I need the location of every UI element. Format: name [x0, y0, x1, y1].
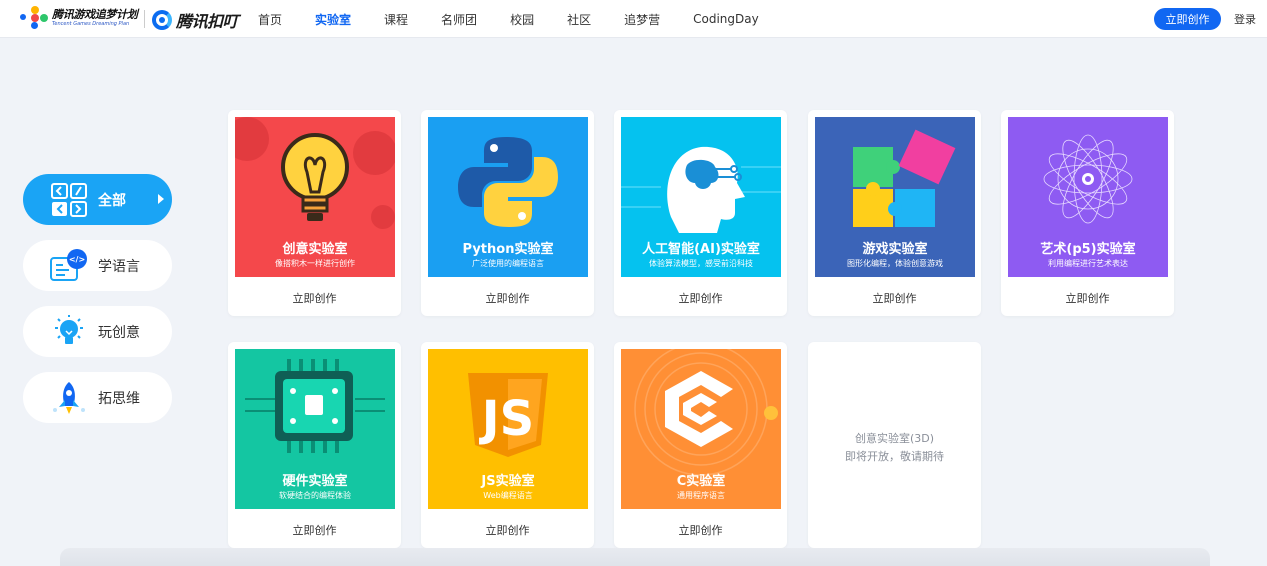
product-name: 腾讯扣叮	[176, 12, 239, 31]
lab-card-hardware[interactable]: 硬件实验室 软硬结合的编程体验 立即创作	[228, 342, 401, 548]
nav-teachers[interactable]: 名师团	[441, 11, 477, 28]
lab-card-art[interactable]: 艺术(p5)实验室 利用编程进行艺术表达 立即创作	[1001, 110, 1174, 316]
svg-text:</>: </>	[69, 255, 85, 264]
brand-title: 腾讯游戏追梦计划	[52, 8, 138, 21]
lab-art-hardware: 硬件实验室 软硬结合的编程体验	[235, 349, 395, 509]
nav-community[interactable]: 社区	[567, 11, 591, 28]
bottom-panel-edge	[60, 548, 1210, 566]
create-now-link[interactable]: 立即创作	[421, 522, 594, 538]
lab-title: 艺术(p5)实验室	[1040, 242, 1136, 257]
lightbulb-icon	[49, 314, 89, 350]
svg-text:JS: JS	[479, 391, 534, 447]
create-now-button[interactable]: 立即创作	[1154, 8, 1221, 30]
tencent-games-logo[interactable]: 腾讯游戏追梦计划 Tencent Games Dreaming Plan	[20, 6, 138, 30]
placeholder-subtitle: 即将开放，敬请期待	[845, 450, 944, 463]
lab-card-game[interactable]: 游戏实验室 图形化编程，体验创意游戏 立即创作	[808, 110, 981, 316]
lab-subtitle: 像搭积木一样进行创作	[275, 259, 355, 268]
lab-art-game: 游戏实验室 图形化编程，体验创意游戏	[815, 117, 975, 277]
nav-dream-camp[interactable]: 追梦营	[624, 11, 660, 28]
lab-subtitle: 利用编程进行艺术表达	[1048, 259, 1128, 268]
brand-subtitle: Tencent Games Dreaming Plan	[52, 21, 130, 27]
lab-card-creative[interactable]: 创意实验室 像搭积木一样进行创作 立即创作	[228, 110, 401, 316]
lab-subtitle: 软硬结合的编程体验	[279, 491, 351, 500]
lab-card-ai[interactable]: 人工智能(AI)实验室 体验算法模型，感受前沿科技 立即创作	[614, 110, 787, 316]
sidebar-item-languages[interactable]: </> 学语言	[23, 240, 172, 291]
create-now-link[interactable]: 立即创作	[614, 290, 787, 306]
top-header: 腾讯游戏追梦计划 Tencent Games Dreaming Plan 腾讯扣…	[0, 0, 1267, 38]
lab-card-3d-coming-soon: 创意实验室(3D) 即将开放，敬请期待	[808, 342, 981, 548]
lab-title: 创意实验室	[282, 242, 348, 257]
create-now-link[interactable]: 立即创作	[1001, 290, 1174, 306]
create-now-link[interactable]: 立即创作	[421, 290, 594, 306]
create-now-link[interactable]: 立即创作	[228, 522, 401, 538]
grid-icon	[49, 182, 89, 218]
lab-card-python[interactable]: Python实验室 广泛使用的编程语言 立即创作	[421, 110, 594, 316]
lab-title: 游戏实验室	[862, 242, 928, 257]
sidebar-label-languages: 学语言	[98, 258, 140, 275]
coding-product-logo[interactable]: 腾讯扣叮	[152, 8, 239, 32]
lab-card-c[interactable]: C实验室 通用程序语言 立即创作	[614, 342, 787, 548]
lab-title: JS实验室	[481, 474, 535, 489]
code-bubble-icon: </>	[49, 248, 89, 284]
lab-art-c: C实验室 通用程序语言	[621, 349, 781, 509]
sidebar-label-creativity: 玩创意	[98, 324, 140, 341]
create-now-link[interactable]: 立即创作	[614, 522, 787, 538]
lab-subtitle: 广泛使用的编程语言	[472, 259, 544, 268]
lab-title: 硬件实验室	[282, 474, 348, 489]
sidebar-label-thinking: 拓思维	[98, 390, 140, 407]
main-nav: 首页 实验室 课程 名师团 校园 社区 追梦营 CodingDay	[258, 0, 792, 38]
nav-courses[interactable]: 课程	[384, 11, 408, 28]
lab-subtitle: 通用程序语言	[677, 491, 725, 500]
rocket-icon	[49, 380, 89, 416]
login-link[interactable]: 登录	[1234, 11, 1256, 27]
dreaming-plan-mark-icon	[20, 6, 50, 30]
lab-subtitle: 体验算法模型，感受前沿科技	[649, 259, 753, 268]
create-now-link[interactable]: 立即创作	[228, 290, 401, 306]
placeholder-title: 创意实验室(3D)	[854, 432, 935, 445]
sidebar-item-creativity[interactable]: 玩创意	[23, 306, 172, 357]
sidebar-label-all: 全部	[98, 192, 126, 209]
lab-title: Python实验室	[462, 242, 554, 257]
create-now-link[interactable]: 立即创作	[808, 290, 981, 306]
nav-home[interactable]: 首页	[258, 11, 282, 28]
product-logo-icon	[152, 10, 172, 30]
sidebar-item-all[interactable]: 全部	[23, 174, 172, 225]
caret-right-icon	[158, 194, 164, 204]
sidebar-item-thinking[interactable]: 拓思维	[23, 372, 172, 423]
lab-title: 人工智能(AI)实验室	[642, 242, 760, 257]
logo-divider	[144, 10, 145, 28]
lab-subtitle: 图形化编程，体验创意游戏	[847, 259, 943, 268]
lab-subtitle: Web编程语言	[483, 491, 533, 500]
nav-campus[interactable]: 校园	[510, 11, 534, 28]
lab-art-ai: 人工智能(AI)实验室 体验算法模型，感受前沿科技	[621, 117, 781, 277]
lab-art-creative: 创意实验室 像搭积木一样进行创作	[235, 117, 395, 277]
lab-title: C实验室	[676, 474, 726, 489]
lab-art-art: 艺术(p5)实验室 利用编程进行艺术表达	[1008, 117, 1168, 277]
nav-lab[interactable]: 实验室	[315, 11, 351, 28]
nav-codingday[interactable]: CodingDay	[693, 12, 759, 26]
lab-art-js: JS JS实验室 Web编程语言	[428, 349, 588, 509]
lab-card-js[interactable]: JS JS实验室 Web编程语言 立即创作	[421, 342, 594, 548]
lab-art-python: Python实验室 广泛使用的编程语言	[428, 117, 588, 277]
